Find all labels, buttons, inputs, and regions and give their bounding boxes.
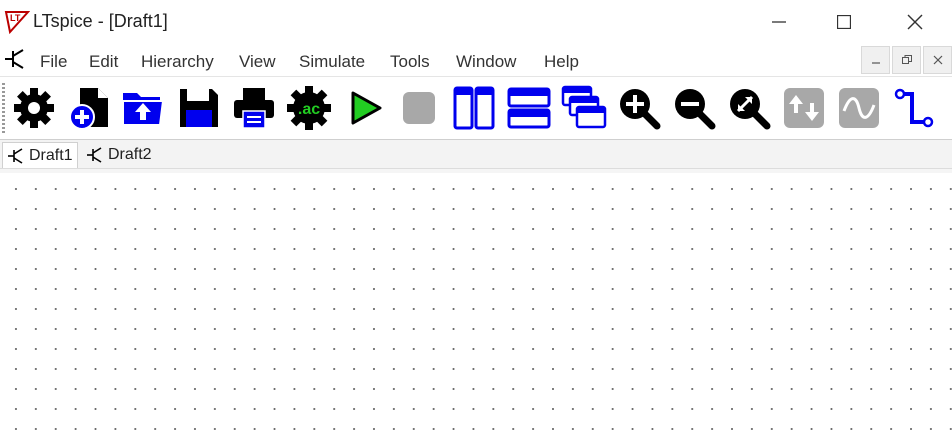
toolbar: .ac xyxy=(0,77,952,140)
cascade-button[interactable] xyxy=(559,83,609,133)
print-button[interactable] xyxy=(229,83,279,133)
tab-draft2[interactable]: Draft2 xyxy=(82,142,156,167)
close-button[interactable] xyxy=(884,0,946,44)
zoom-fit-button[interactable] xyxy=(724,83,774,133)
new-schematic-button[interactable] xyxy=(64,83,114,133)
play-icon xyxy=(351,91,382,125)
cascade-icon xyxy=(561,85,607,129)
tab-draft2-label: Draft2 xyxy=(108,145,152,163)
open-button[interactable] xyxy=(118,83,168,133)
title-bar: LT LTspice - [Draft1] xyxy=(0,0,952,44)
floppy-disk-icon xyxy=(180,89,218,127)
gear-icon xyxy=(14,88,54,128)
maximize-icon xyxy=(837,15,851,29)
document-minimize-button[interactable] xyxy=(861,46,890,74)
menu-simulate[interactable]: Simulate xyxy=(299,52,365,72)
autorange-icon xyxy=(784,88,824,128)
menu-tools[interactable]: Tools xyxy=(390,52,430,72)
zoom-out-icon xyxy=(675,89,716,130)
halt-button[interactable] xyxy=(394,83,444,133)
tab-draft1-label: Draft1 xyxy=(29,146,73,164)
open-folder-icon xyxy=(122,93,165,126)
restore-icon xyxy=(901,55,912,64)
menu-help[interactable]: Help xyxy=(544,52,579,72)
tile-vertical-icon xyxy=(453,86,495,130)
minimize-icon xyxy=(871,62,880,64)
settings-button[interactable] xyxy=(9,83,59,133)
edit-simulation-button[interactable]: .ac xyxy=(284,83,334,133)
schematic-icon xyxy=(8,147,23,164)
waveform-icon xyxy=(839,88,879,128)
document-tabs: Draft1 Draft2 xyxy=(0,140,952,169)
wire-icon xyxy=(894,88,934,128)
save-button[interactable] xyxy=(174,83,224,133)
ac-label: .ac xyxy=(298,101,320,118)
toolbar-grip[interactable] xyxy=(2,83,5,133)
tab-draft1[interactable]: Draft1 xyxy=(2,142,78,168)
tile-horizontal-button[interactable] xyxy=(504,83,554,133)
schematic-canvas[interactable] xyxy=(0,169,952,446)
menu-file[interactable]: File xyxy=(40,52,67,72)
zoom-in-icon xyxy=(620,89,661,130)
ac-gear-icon: .ac xyxy=(287,86,331,130)
window-title: LTspice - [Draft1] xyxy=(33,11,168,31)
new-document-icon xyxy=(69,88,108,130)
schematic-icon xyxy=(87,146,102,163)
tile-vertical-button[interactable] xyxy=(449,83,499,133)
svg-text:LT: LT xyxy=(10,13,21,23)
maximize-button[interactable] xyxy=(813,0,875,44)
menu-edit[interactable]: Edit xyxy=(89,52,118,72)
menu-window[interactable]: Window xyxy=(456,52,516,72)
draw-wire-button[interactable] xyxy=(889,83,939,133)
menu-bar: File Edit Hierarchy View Simulate Tools … xyxy=(0,44,952,77)
document-close-button[interactable] xyxy=(923,46,952,74)
minimize-button[interactable] xyxy=(748,0,810,44)
stop-icon xyxy=(403,92,435,124)
ltspice-logo-icon: LT xyxy=(4,10,31,35)
autorange-button[interactable] xyxy=(779,83,829,133)
zoom-in-button[interactable] xyxy=(614,83,664,133)
document-window-controls xyxy=(861,46,952,74)
menu-hierarchy[interactable]: Hierarchy xyxy=(141,52,214,72)
printer-icon xyxy=(234,88,274,129)
close-icon xyxy=(907,14,923,30)
zoom-out-button[interactable] xyxy=(669,83,719,133)
close-icon xyxy=(933,55,942,65)
tile-horizontal-icon xyxy=(507,87,551,129)
run-button[interactable] xyxy=(339,83,389,133)
zoom-fit-icon xyxy=(730,89,771,130)
add-trace-button[interactable] xyxy=(834,83,884,133)
minimize-icon xyxy=(772,21,786,23)
menu-view[interactable]: View xyxy=(239,52,276,72)
document-restore-button[interactable] xyxy=(892,46,921,74)
document-system-menu-icon[interactable] xyxy=(3,48,27,70)
